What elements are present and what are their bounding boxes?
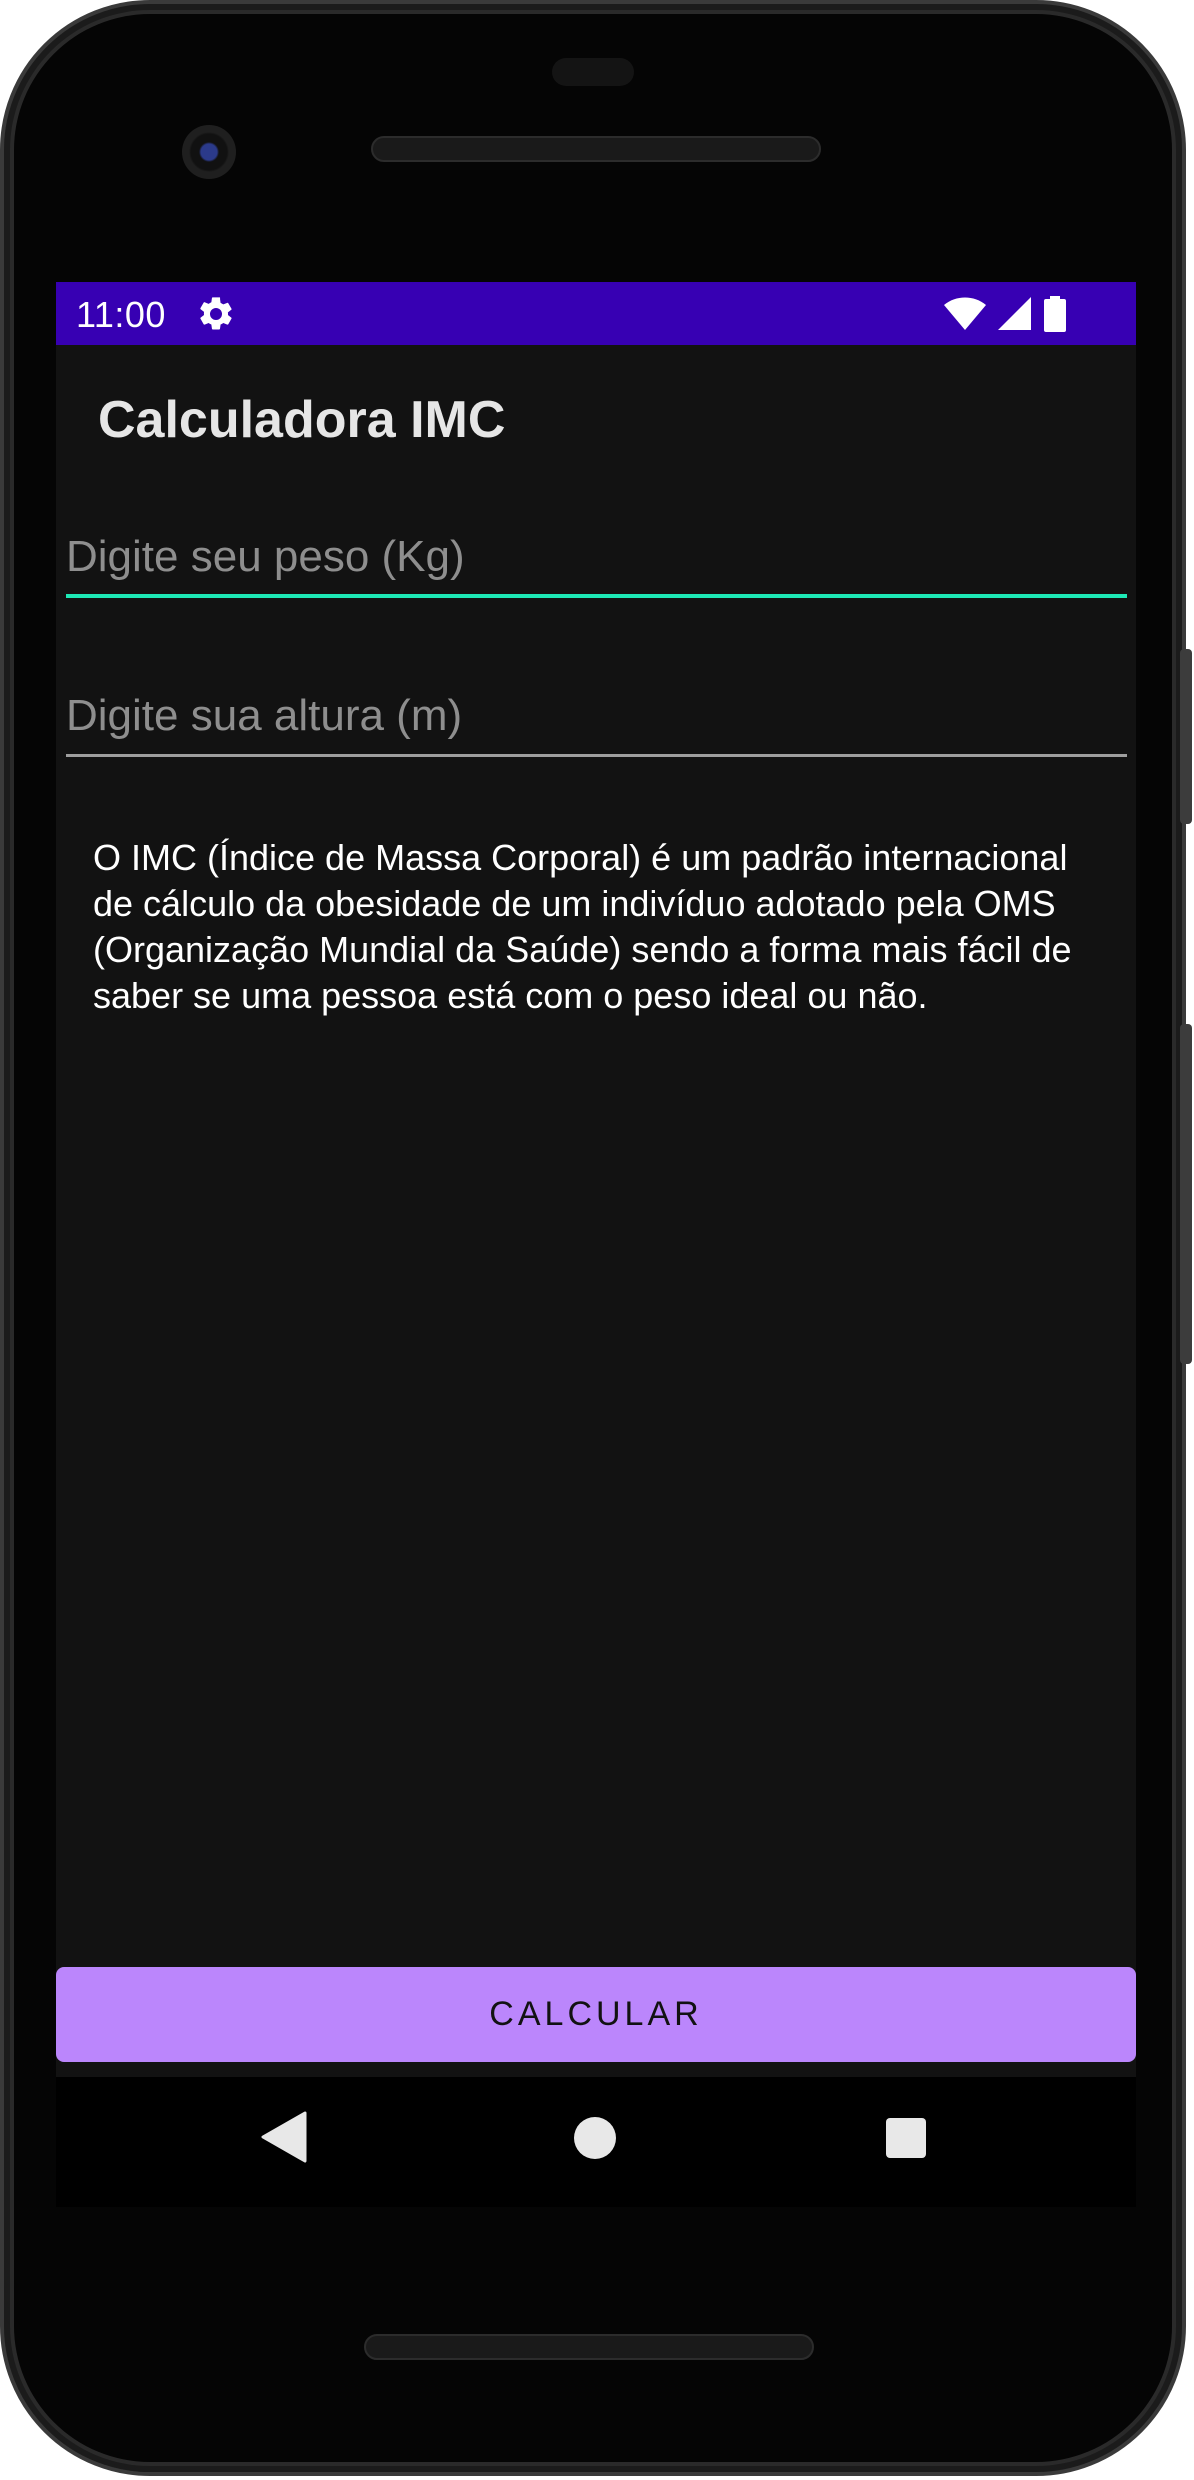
app-screen: 11:00 Calculadora IMC Digite seu peso (K… xyxy=(56,282,1136,2077)
status-time: 11:00 xyxy=(76,294,166,335)
home-circle-icon[interactable] xyxy=(574,2117,616,2159)
back-triangle-icon[interactable] xyxy=(261,2111,307,2163)
height-field[interactable] xyxy=(66,677,1127,757)
calculate-button[interactable]: CALCULAR xyxy=(56,1967,1136,2062)
wifi-icon xyxy=(944,297,986,330)
gear-icon xyxy=(200,297,232,330)
recents-square-icon[interactable] xyxy=(886,2118,926,2158)
bottom-speaker xyxy=(364,2334,814,2360)
battery-icon xyxy=(1044,296,1066,332)
volume-button xyxy=(1180,1024,1192,1364)
navigation-bar xyxy=(56,2077,1136,2207)
imc-description: O IMC (Índice de Massa Corporal) é um pa… xyxy=(93,837,1072,1016)
status-bar: 11:00 xyxy=(56,282,1136,345)
weight-field[interactable] xyxy=(66,518,1127,598)
app-title: Calculadora IMC xyxy=(98,391,506,449)
weight-input[interactable] xyxy=(66,518,1127,596)
proximity-sensor xyxy=(552,58,634,86)
phone-frame: 11:00 Calculadora IMC Digite seu peso (K… xyxy=(0,0,1192,2476)
signal-icon xyxy=(998,297,1031,330)
earpiece-speaker xyxy=(371,136,821,162)
power-button xyxy=(1180,649,1192,824)
front-camera xyxy=(182,125,236,179)
status-icons xyxy=(944,294,1066,334)
height-input[interactable] xyxy=(66,677,1127,755)
